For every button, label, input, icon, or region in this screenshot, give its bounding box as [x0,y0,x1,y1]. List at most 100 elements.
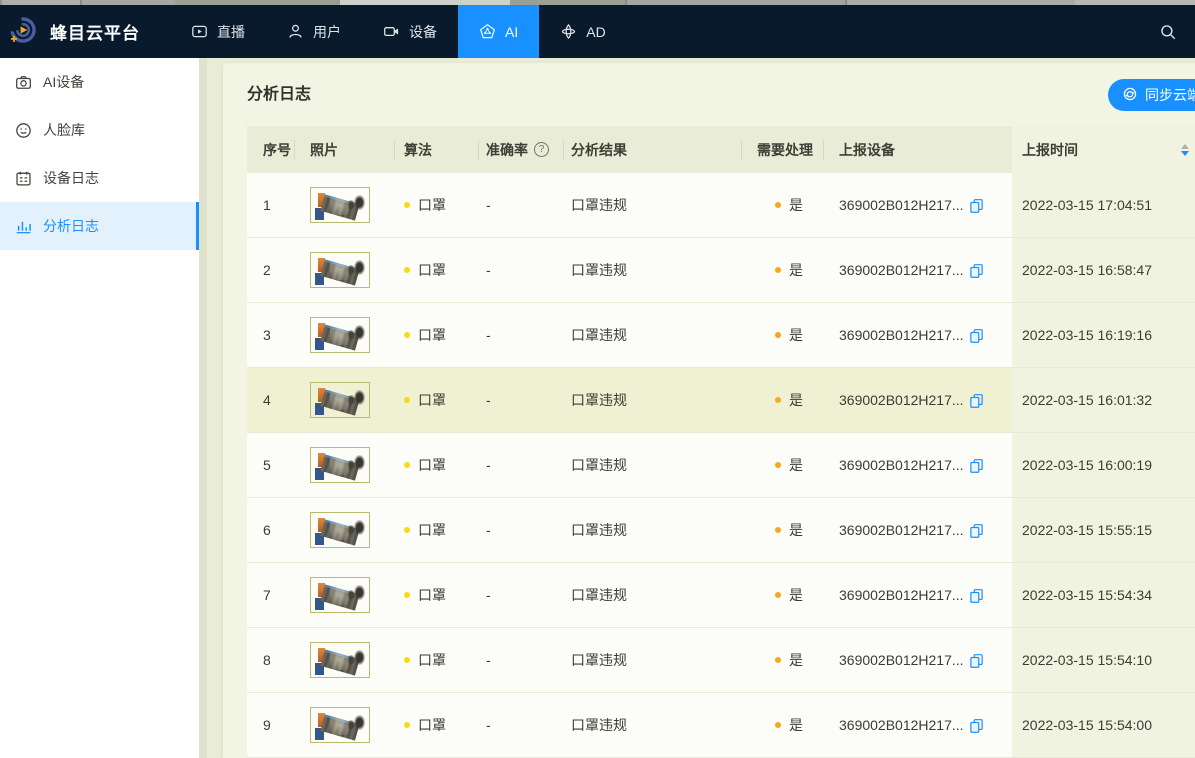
sidebar-item-设备日志[interactable]: 设备日志 [0,154,199,202]
cell-index: 7 [247,563,294,627]
device-id: 369002B012H217... [839,587,964,603]
ad-icon [560,23,577,40]
need-handle-status-dot [775,527,781,533]
need-handle-status-dot [775,657,781,663]
table-row: 1口罩-口罩违规是369002B012H217...2022-03-15 17:… [247,173,1195,238]
table-row: 9口罩-口罩违规是369002B012H217...2022-03-15 15:… [247,693,1195,758]
photo-thumbnail[interactable] [310,187,370,223]
cell-photo [294,238,394,302]
cell-accuracy: - [478,368,563,432]
need-handle-status-dot [775,397,781,403]
sync-cloud-button[interactable]: 同步云端 [1108,79,1195,111]
app-logo-icon [8,15,38,48]
table-row: 3口罩-口罩违规是369002B012H217...2022-03-15 16:… [247,303,1195,368]
algorithm-label: 口罩 [418,455,446,475]
nav-item-直播[interactable]: 直播 [170,5,266,58]
accuracy-value: - [486,717,491,733]
algorithm-label: 口罩 [418,325,446,345]
algorithm-status-dot [404,332,410,338]
cell-report-time: 2022-03-15 15:54:10 [1012,628,1195,692]
row-index: 2 [263,262,271,278]
nav-item-AD[interactable]: AD [539,5,626,58]
accuracy-value: - [486,652,491,668]
analysis-result: 口罩违规 [571,325,627,345]
sidebar: AI设备人脸库设备日志分析日志 [0,58,199,758]
copy-icon[interactable] [969,393,984,408]
cell-accuracy: - [478,303,563,367]
row-index: 8 [263,652,271,668]
column-header-report-time[interactable]: 上报时间 [1012,126,1195,173]
sidebar-item-分析日志[interactable]: 分析日志 [0,202,199,250]
copy-icon[interactable] [969,263,984,278]
photo-thumbnail[interactable] [310,252,370,288]
nav-item-设备[interactable]: 设备 [362,5,458,58]
cell-algorithm: 口罩 [394,628,478,692]
cell-photo [294,173,394,237]
row-index: 1 [263,197,271,213]
copy-icon[interactable] [969,523,984,538]
copy-icon[interactable] [969,653,984,668]
cell-photo [294,303,394,367]
photo-thumbnail[interactable] [310,447,370,483]
nav-item-用户[interactable]: 用户 [266,5,362,58]
photo-thumbnail[interactable] [310,382,370,418]
cell-result: 口罩违规 [563,303,741,367]
cell-device: 369002B012H217... [823,693,1012,757]
accuracy-value: - [486,457,491,473]
cell-need-handle: 是 [741,563,823,627]
cell-report-time: 2022-03-15 15:55:15 [1012,498,1195,562]
top-navbar: 蜂目云平台 直播用户设备AIAD [0,5,1195,58]
search-icon[interactable] [1159,5,1195,58]
cell-index: 9 [247,693,294,757]
cell-need-handle: 是 [741,173,823,237]
sidebar-item-label: AI设备 [43,72,84,92]
cell-result: 口罩违规 [563,693,741,757]
photo-thumbnail[interactable] [310,512,370,548]
need-handle-status-dot [775,202,781,208]
algorithm-status-dot [404,267,410,273]
scrollbar-track[interactable] [199,58,207,758]
sync-cloud-label: 同步云端 [1145,85,1195,105]
ai-icon [479,23,496,40]
algorithm-status-dot [404,202,410,208]
nav-item-AI[interactable]: AI [458,5,539,58]
photo-thumbnail[interactable] [310,317,370,353]
cell-report-time: 2022-03-15 17:04:51 [1012,173,1195,237]
sidebar-item-人脸库[interactable]: 人脸库 [0,106,199,154]
copy-icon[interactable] [969,198,984,213]
analysis-result: 口罩违规 [571,520,627,540]
cell-index: 1 [247,173,294,237]
sidebar-item-label: 设备日志 [43,168,99,188]
need-handle-status-dot [775,332,781,338]
need-handle-value: 是 [789,715,803,735]
sort-icons[interactable] [1181,144,1189,156]
question-circle-icon[interactable]: ? [534,142,549,157]
cell-accuracy: - [478,498,563,562]
device-id: 369002B012H217... [839,327,964,343]
photo-thumbnail[interactable] [310,707,370,743]
algorithm-label: 口罩 [418,650,446,670]
report-time: 2022-03-15 16:19:16 [1022,327,1152,343]
photo-thumbnail[interactable] [310,577,370,613]
row-index: 5 [263,457,271,473]
accuracy-value: - [486,522,491,538]
algorithm-label: 口罩 [418,520,446,540]
copy-icon[interactable] [969,328,984,343]
copy-icon[interactable] [969,718,984,733]
cell-result: 口罩违规 [563,498,741,562]
cell-algorithm: 口罩 [394,433,478,497]
table-row: 6口罩-口罩违规是369002B012H217...2022-03-15 15:… [247,498,1195,563]
copy-icon[interactable] [969,458,984,473]
accuracy-value: - [486,197,491,213]
photo-thumbnail[interactable] [310,642,370,678]
device-id: 369002B012H217... [839,392,964,408]
analysis-result: 口罩违规 [571,455,627,475]
cell-device: 369002B012H217... [823,563,1012,627]
cell-algorithm: 口罩 [394,693,478,757]
sidebar-item-AI设备[interactable]: AI设备 [0,58,199,106]
accuracy-value: - [486,587,491,603]
column-header-need-handle: 需要处理 [741,126,823,173]
copy-icon[interactable] [969,588,984,603]
table-header-row: 序号 照片 算法 准确率 ? 分析结果 需要处理 上报设备 上报时间 [247,126,1195,173]
cell-accuracy: - [478,173,563,237]
